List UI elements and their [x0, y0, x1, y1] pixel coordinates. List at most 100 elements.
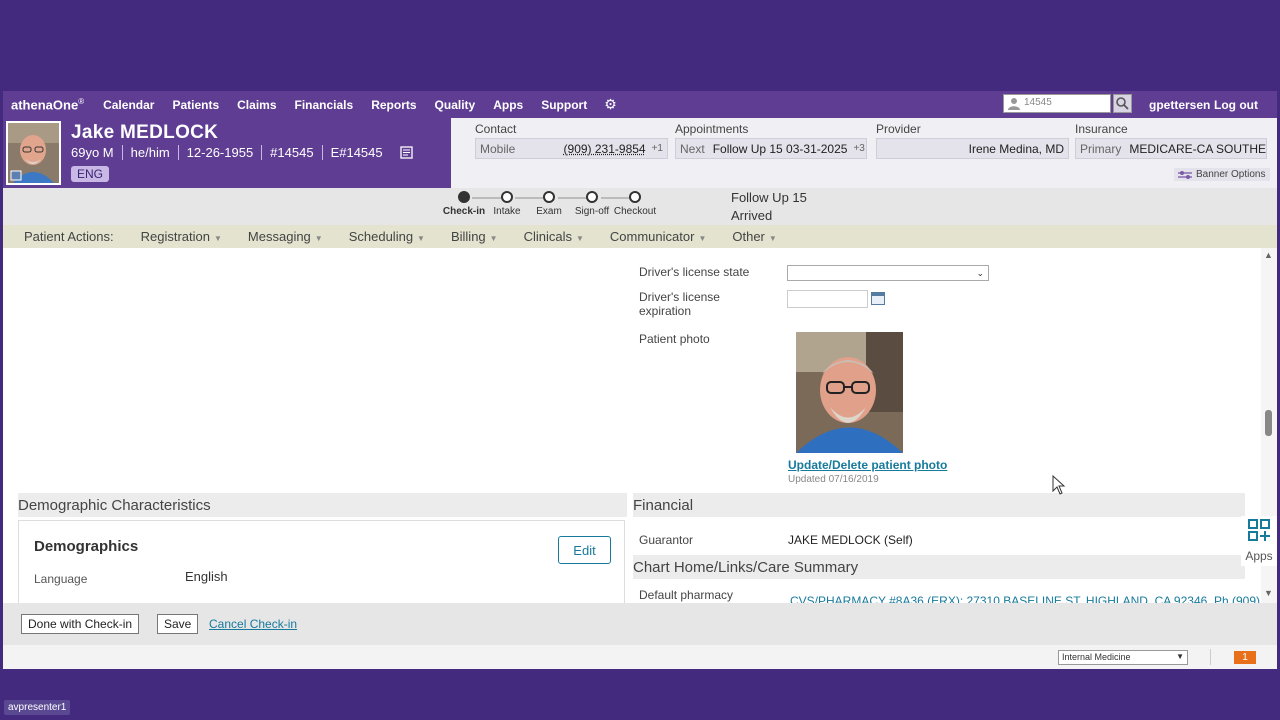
- patient-id: #14545: [261, 145, 321, 160]
- caret-down-icon: ▼: [768, 234, 777, 243]
- patient-avatar[interactable]: [6, 121, 61, 185]
- calendar-icon[interactable]: [871, 292, 885, 305]
- guarantor-label: Guarantor: [639, 533, 694, 547]
- menu-billing[interactable]: Billing ▼: [451, 229, 498, 244]
- patient-actions-label: Patient Actions:: [24, 229, 114, 244]
- patient-pronouns: he/him: [121, 145, 178, 160]
- banner-options-button[interactable]: Banner Options: [1174, 168, 1270, 181]
- mouse-cursor-icon: [1052, 475, 1066, 495]
- patient-name: Jake MEDLOCK: [71, 122, 219, 143]
- cancel-checkin-link[interactable]: Cancel Check-in: [209, 617, 297, 631]
- step-checkout[interactable]: Checkout: [605, 191, 665, 217]
- photo-updated-date: Updated 07/16/2019: [788, 474, 879, 485]
- apps-grid-icon: [1248, 519, 1270, 541]
- step-label: Exam: [536, 206, 562, 217]
- nav-quality[interactable]: Quality: [435, 98, 476, 112]
- contact-value: (909) 231-9854: [563, 141, 646, 156]
- patient-search-input[interactable]: 14545: [1003, 94, 1111, 113]
- save-button[interactable]: Save: [157, 614, 199, 634]
- demographics-title: Demographics: [34, 538, 139, 555]
- provider-box[interactable]: Irene Medina, MD: [876, 138, 1069, 159]
- dl-state-label: Driver's license state: [639, 265, 750, 279]
- insurance-box[interactable]: Primary MEDICARE-CA SOUTHE...: [1075, 138, 1267, 159]
- caret-down-icon: ▼: [698, 234, 707, 243]
- top-nav: athenaOne® Calendar Patients Claims Fina…: [3, 91, 1277, 118]
- checkin-footer: Done with Check-in Save Cancel Check-in: [3, 603, 1277, 645]
- user-menu[interactable]: gpettersen: [1149, 98, 1210, 112]
- apps-widget[interactable]: Apps: [1241, 516, 1277, 566]
- insurance-key: Primary: [1080, 141, 1122, 156]
- demographic-section-title: Demographic Characteristics: [18, 497, 211, 514]
- contact-type: Mobile: [480, 141, 516, 156]
- done-checkin-button[interactable]: Done with Check-in: [21, 614, 140, 634]
- checkin-form: Driver's license state ⌄ Driver's licens…: [3, 248, 1277, 603]
- appointment-status: Arrived: [731, 208, 773, 223]
- nav-reports[interactable]: Reports: [371, 98, 416, 112]
- chart-section-header: Chart Home/Links/Care Summary: [633, 555, 1245, 579]
- patient-actions-bar: Patient Actions: Registration ▼ Messaging…: [3, 225, 1277, 248]
- caret-down-icon: ▼: [214, 234, 222, 243]
- checkin-workflow: Check-in Intake Exam Sign-off Checkout F…: [3, 188, 1277, 225]
- step-dot: [586, 191, 598, 203]
- divider: [1210, 649, 1211, 665]
- step-dot: [501, 191, 513, 203]
- patient-photo: [796, 332, 903, 453]
- menu-registration[interactable]: Registration ▼: [141, 229, 222, 244]
- edit-demographics-button[interactable]: Edit: [558, 536, 611, 564]
- menu-scheduling[interactable]: Scheduling ▼: [349, 229, 425, 244]
- scroll-down-icon[interactable]: ▼: [1264, 588, 1273, 598]
- sliders-icon: [1178, 170, 1192, 179]
- dl-expiration-input[interactable]: [787, 290, 868, 308]
- menu-messaging[interactable]: Messaging ▼: [248, 229, 323, 244]
- gear-icon[interactable]: ⚙: [604, 96, 617, 113]
- language-label: Language: [34, 572, 88, 586]
- menu-clinicals[interactable]: Clinicals ▼: [524, 229, 584, 244]
- appointment-box[interactable]: Next Follow Up 15 03-31-2025 +3: [675, 138, 867, 159]
- nav-financials[interactable]: Financials: [295, 98, 354, 112]
- search-icon: [1116, 97, 1129, 110]
- guarantor-value: JAKE MEDLOCK (Self): [788, 533, 913, 547]
- patient-age-sex: 69yo M: [71, 145, 114, 160]
- dl-state-select[interactable]: ⌄: [787, 265, 989, 281]
- financial-section-header: Financial: [633, 493, 1245, 517]
- nav-apps[interactable]: Apps: [493, 98, 523, 112]
- update-photo-link[interactable]: Update/Delete patient photo: [788, 458, 947, 472]
- contact-more: +1: [651, 143, 663, 154]
- chevron-down-icon: ⌄: [976, 268, 984, 278]
- department-value: Internal Medicine: [1062, 652, 1131, 662]
- apps-label: Apps: [1245, 549, 1273, 563]
- logout-link[interactable]: Log out: [1214, 98, 1258, 112]
- department-select[interactable]: Internal Medicine ▼: [1058, 650, 1188, 665]
- menu-communicator[interactable]: Communicator ▼: [610, 229, 706, 244]
- chart-section-title: Chart Home/Links/Care Summary: [633, 559, 859, 576]
- default-pharmacy-link[interactable]: CVS/PHARMACY #8A36 (ERX): 27310 BASELINE…: [790, 594, 1260, 603]
- search-button[interactable]: [1113, 94, 1132, 113]
- brand-logo[interactable]: athenaOne®: [11, 97, 84, 112]
- step-dot: [629, 191, 641, 203]
- menu-other[interactable]: Other ▼: [732, 229, 776, 244]
- notification-badge[interactable]: 1: [1234, 651, 1256, 664]
- banner-options-label: Banner Options: [1196, 169, 1266, 180]
- caret-down-icon: ▼: [314, 234, 323, 243]
- scroll-up-icon[interactable]: ▲: [1264, 250, 1273, 260]
- step-label: Checkout: [613, 206, 657, 217]
- banner-details: Contact Mobile (909) 231-9854 +1 Appoint…: [451, 118, 1277, 188]
- person-icon: [1008, 98, 1020, 110]
- scroll-thumb[interactable]: [1265, 410, 1272, 436]
- app-window: athenaOne® Calendar Patients Claims Fina…: [3, 91, 1277, 669]
- provider-value: Irene Medina, MD: [968, 141, 1064, 156]
- patient-eid: E#14545: [321, 145, 422, 160]
- caret-down-icon: ▼: [417, 234, 425, 243]
- default-pharmacy-label: Default pharmacy: [639, 588, 734, 602]
- contact-box[interactable]: Mobile (909) 231-9854 +1: [475, 138, 668, 159]
- document-icon[interactable]: [400, 146, 413, 159]
- nav-patients[interactable]: Patients: [172, 98, 219, 112]
- caret-down-icon: ▼: [575, 234, 584, 243]
- nav-calendar[interactable]: Calendar: [103, 98, 154, 112]
- demographics-card: Demographics Edit Language English: [18, 520, 625, 603]
- caret-down-icon: ▼: [489, 234, 498, 243]
- presenter-label: avpresenter1: [4, 700, 71, 715]
- nav-support[interactable]: Support: [541, 98, 587, 112]
- nav-claims[interactable]: Claims: [237, 98, 276, 112]
- language-badge: ENG: [71, 166, 110, 182]
